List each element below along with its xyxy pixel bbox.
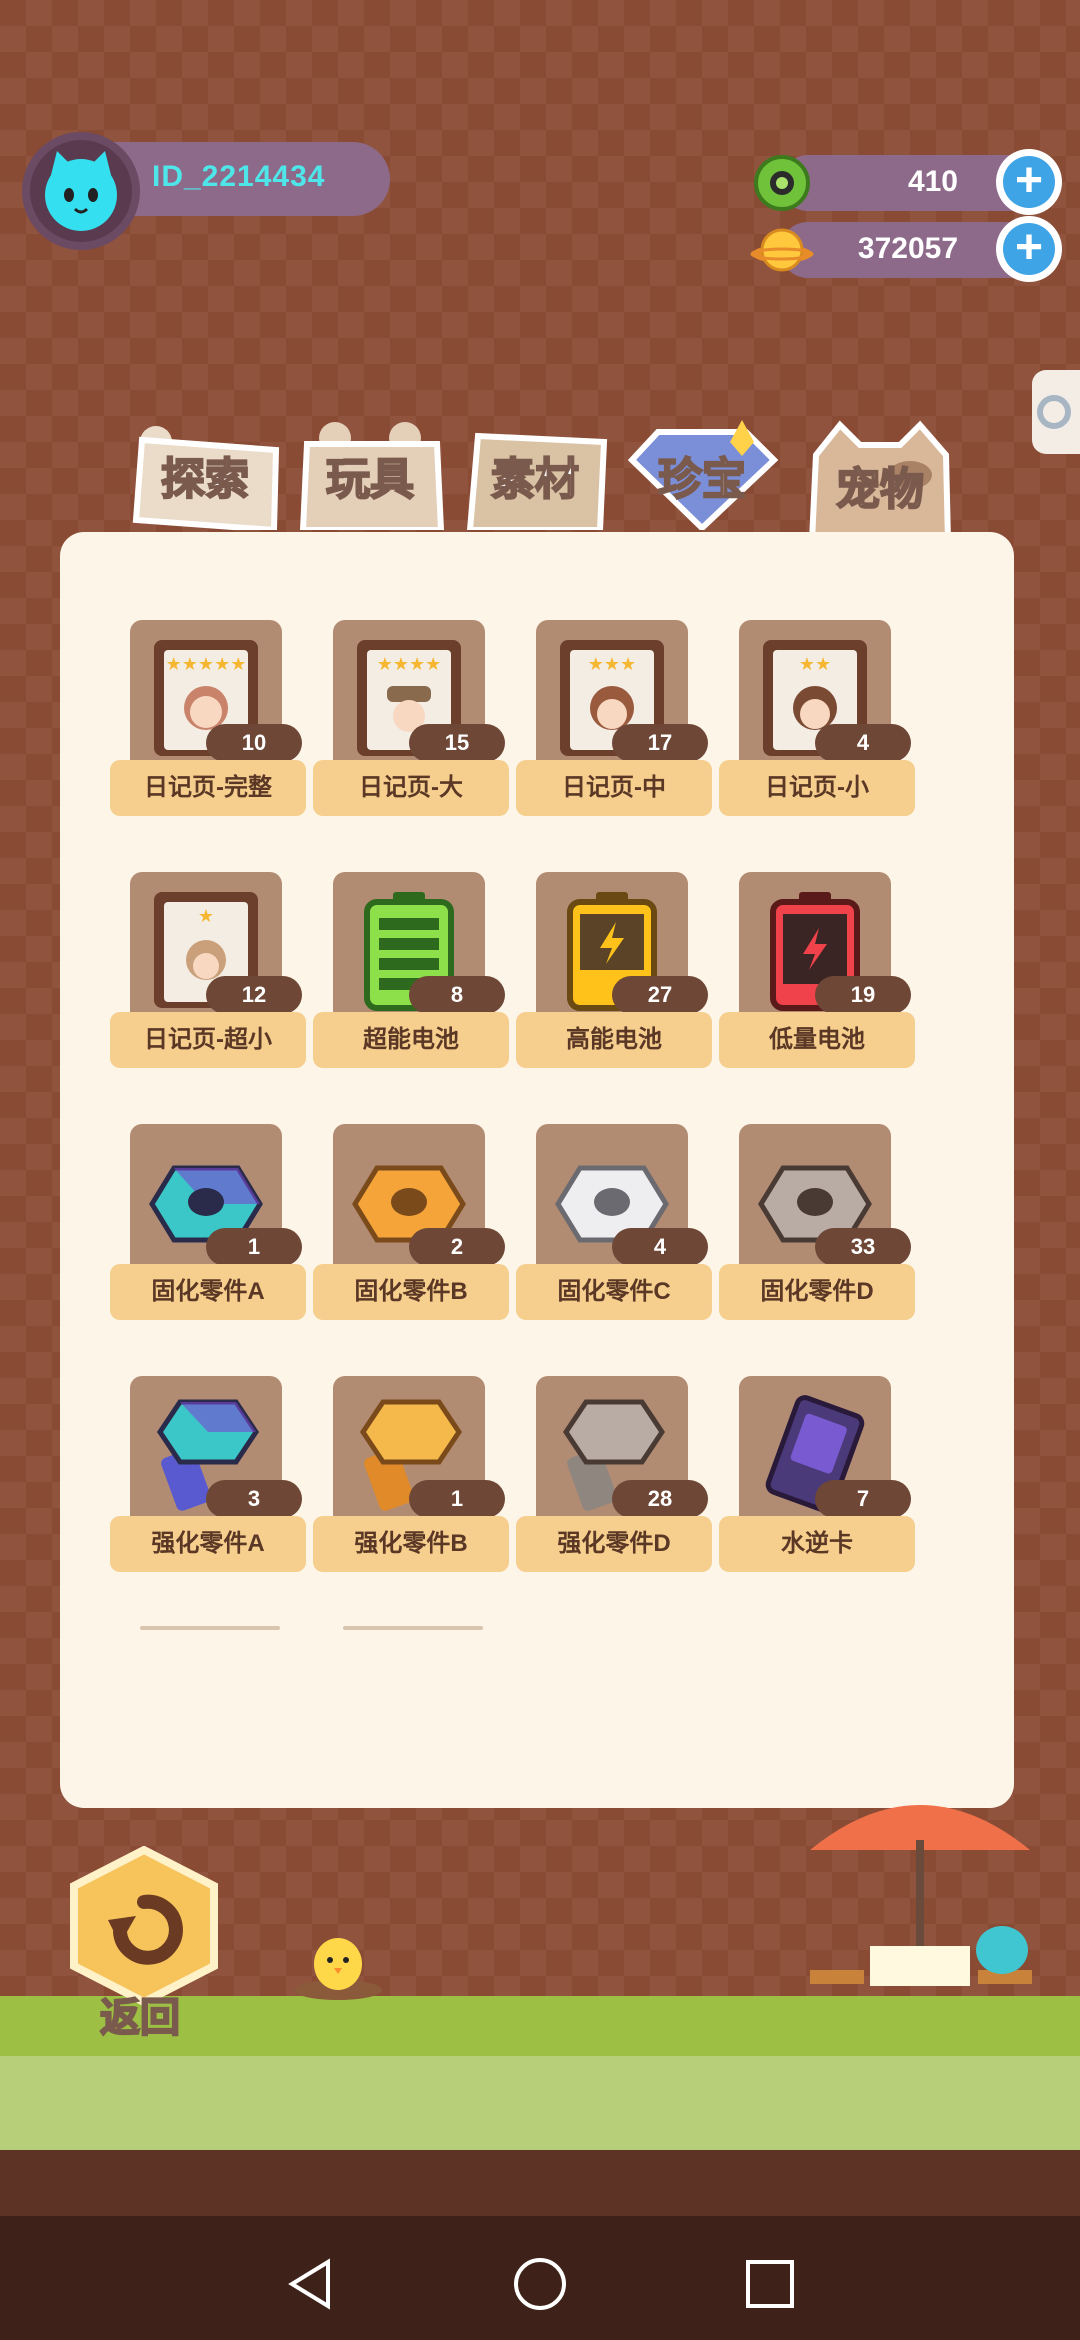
item-label: 固化零件A [110, 1264, 306, 1320]
inventory-item[interactable]: 8 超能电池 [313, 872, 513, 1072]
inventory-item[interactable]: 3 强化零件A [110, 1376, 310, 1576]
item-label: 超能电池 [313, 1012, 509, 1068]
svg-text:★★: ★★ [799, 654, 831, 674]
item-label: 日记页-小 [719, 760, 915, 816]
svg-text:★: ★ [198, 906, 214, 926]
inventory-item[interactable]: ★★ 4 日记页-小 [719, 620, 919, 820]
inventory-item[interactable]: ★★★ 17 日记页-中 [516, 620, 716, 820]
inventory-item[interactable]: 33 固化零件D [719, 1124, 919, 1324]
tab-label: 珍宝 [657, 454, 747, 505]
item-label: 日记页-超小 [110, 1012, 306, 1068]
avatar[interactable] [22, 132, 140, 250]
gem-count: 410 [907, 165, 958, 198]
user-id-text: ID_2214434 [152, 160, 326, 193]
system-navbar [0, 2216, 1080, 2340]
inventory-item[interactable]: 19 低量电池 [719, 872, 919, 1072]
item-count: 1 [206, 1228, 302, 1266]
tab-label: 探索 [160, 454, 250, 505]
item-count: 12 [206, 976, 302, 1014]
item-label: 固化零件C [516, 1264, 712, 1320]
item-count: 33 [815, 1228, 911, 1266]
grass-light-strip [0, 2056, 1080, 2156]
inventory-item[interactable]: 7 水逆卡 [719, 1376, 919, 1576]
plus-icon: + [1003, 156, 1055, 208]
tab-treasure[interactable]: 珍宝 [618, 420, 786, 530]
next-row-edge [343, 1626, 483, 1630]
home-circle-icon[interactable] [510, 2254, 570, 2314]
inventory-item[interactable]: 1 强化零件B [313, 1376, 513, 1576]
inventory-item[interactable]: 28 强化零件D [516, 1376, 716, 1576]
back-triangle-icon[interactable] [280, 2254, 340, 2314]
coin-currency-pill: 372057 + [750, 216, 1062, 282]
item-count: 17 [612, 724, 708, 762]
side-drawer-handle[interactable] [1032, 370, 1080, 454]
umbrella-table-icon [810, 1805, 1032, 1986]
inventory-item[interactable]: ★★★★ 15 日记页-大 [313, 620, 513, 820]
coin-count: 372057 [857, 232, 958, 265]
svg-text:★★★★: ★★★★ [377, 654, 442, 674]
chick-icon [294, 1938, 382, 2000]
gem-currency-pill: 410 + [754, 149, 1062, 215]
plus-icon: + [1003, 223, 1055, 275]
next-row-edge [140, 1626, 280, 1630]
add-coin-button[interactable]: + [996, 216, 1062, 282]
item-count: 4 [612, 1228, 708, 1266]
item-count: 15 [409, 724, 505, 762]
item-count: 8 [409, 976, 505, 1014]
tab-label: 素材 [490, 454, 580, 505]
item-label: 日记页-大 [313, 760, 509, 816]
item-label: 固化零件B [313, 1264, 509, 1320]
tab-label: 宠物 [835, 464, 925, 515]
inventory-panel: ★★★★★ 10 日记页-完整 ★★★★ 15 日记页-大 ★★★ 17 日记页… [60, 532, 1014, 1808]
item-count: 4 [815, 724, 911, 762]
svg-text:★★★: ★★★ [588, 654, 636, 674]
inventory-item[interactable]: ★ 12 日记页-超小 [110, 872, 310, 1072]
inventory-item[interactable]: 1 固化零件A [110, 1124, 310, 1324]
tab-label: 玩具 [325, 454, 415, 505]
item-count: 7 [815, 1480, 911, 1518]
item-count: 10 [206, 724, 302, 762]
inventory-item[interactable]: ★★★★★ 10 日记页-完整 [110, 620, 310, 820]
planet-coin-icon [750, 228, 814, 272]
item-count: 27 [612, 976, 708, 1014]
item-label: 强化零件A [110, 1516, 306, 1572]
tab-toys[interactable]: 玩具 [295, 420, 445, 530]
item-label: 日记页-中 [516, 760, 712, 816]
green-gem-icon [754, 155, 810, 211]
add-gem-button[interactable]: + [996, 149, 1062, 215]
inventory-item[interactable]: 2 固化零件B [313, 1124, 513, 1324]
tab-explore[interactable]: 探索 [128, 420, 282, 530]
item-label: 水逆卡 [719, 1516, 915, 1572]
recent-apps-icon[interactable] [740, 2254, 800, 2314]
inventory-item[interactable]: 4 固化零件C [516, 1124, 716, 1324]
tab-materials[interactable]: 素材 [460, 420, 610, 530]
scissors-icon [1037, 395, 1071, 429]
inventory-item[interactable]: 27 高能电池 [516, 872, 716, 1072]
item-label: 固化零件D [719, 1264, 915, 1320]
soil-strip [0, 2150, 1080, 2220]
item-count: 19 [815, 976, 911, 1014]
item-count: 28 [612, 1480, 708, 1518]
item-count: 1 [409, 1480, 505, 1518]
svg-text:★★★★★: ★★★★★ [166, 654, 247, 674]
item-count: 2 [409, 1228, 505, 1266]
cat-avatar-icon [45, 151, 117, 231]
item-label: 日记页-完整 [110, 760, 306, 816]
item-label: 高能电池 [516, 1012, 712, 1068]
item-label: 强化零件B [313, 1516, 509, 1572]
item-count: 3 [206, 1480, 302, 1518]
item-label: 低量电池 [719, 1012, 915, 1068]
item-label: 强化零件D [516, 1516, 712, 1572]
back-label: 返回 [99, 1995, 181, 2041]
